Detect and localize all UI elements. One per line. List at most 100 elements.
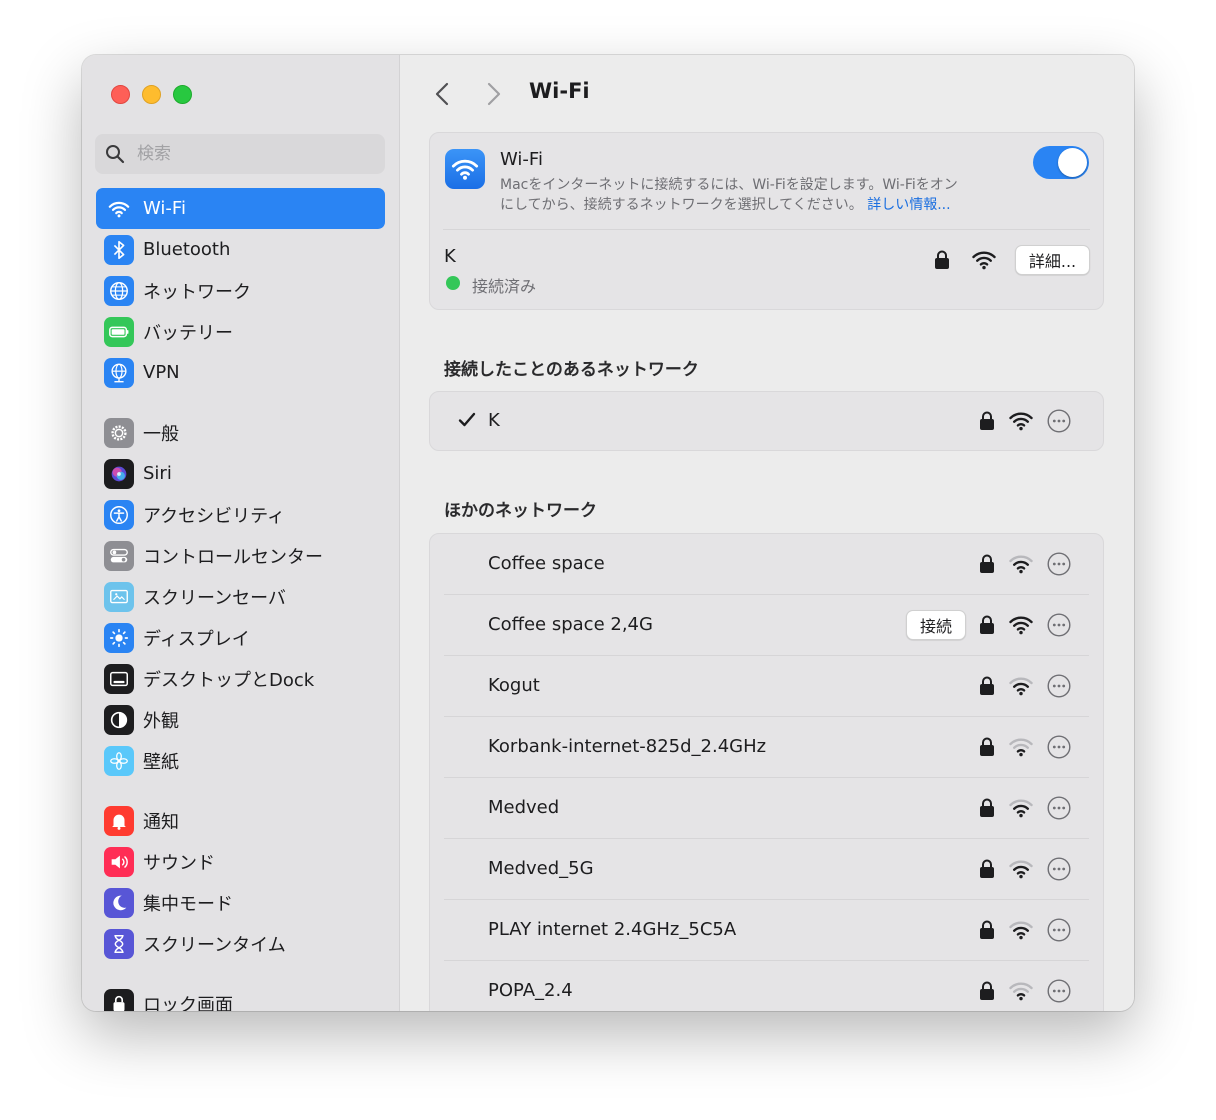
sidebar-item-label: ネットワーク bbox=[143, 281, 251, 303]
close-window-button[interactable] bbox=[111, 85, 130, 104]
zoom-window-button[interactable] bbox=[173, 85, 192, 104]
network-row[interactable]: Coffee space bbox=[430, 534, 1103, 595]
lock-icon bbox=[935, 250, 949, 269]
wifi-toggle[interactable] bbox=[1033, 146, 1089, 179]
more-options-icon[interactable] bbox=[1047, 409, 1071, 433]
sidebar-item-siri[interactable]: Siri bbox=[96, 453, 385, 494]
lock-icon bbox=[980, 615, 994, 634]
sidebar-item-label: デスクトップとDock bbox=[143, 669, 315, 691]
network-row[interactable]: Korbank-internet-825d_2.4GHz bbox=[430, 717, 1103, 778]
more-options-icon[interactable] bbox=[1047, 613, 1071, 637]
connect-button[interactable]: 接続 bbox=[906, 610, 966, 640]
sidebar-item-general[interactable]: 一般 bbox=[96, 412, 385, 453]
sidebar-item-vpn[interactable]: VPN bbox=[96, 352, 385, 393]
sun-icon bbox=[104, 622, 134, 653]
network-name: Kogut bbox=[488, 675, 540, 696]
minimize-window-button[interactable] bbox=[142, 85, 161, 104]
lock-screen-icon bbox=[104, 988, 134, 1011]
sidebar-item-bluetooth[interactable]: Bluetooth bbox=[96, 229, 385, 270]
bell-icon bbox=[104, 805, 134, 836]
more-options-icon[interactable] bbox=[1047, 979, 1071, 1003]
wifi-signal-icon bbox=[1009, 860, 1033, 879]
more-options-icon[interactable] bbox=[1047, 857, 1071, 881]
sidebar-item-notifications[interactable]: 通知 bbox=[96, 800, 385, 841]
page-title: Wi-Fi bbox=[529, 79, 590, 103]
more-options-icon[interactable] bbox=[1047, 735, 1071, 759]
network-name: K bbox=[488, 410, 500, 431]
sidebar-item-screensaver[interactable]: スクリーンセーバ bbox=[96, 576, 385, 617]
wifi-signal-icon bbox=[1009, 616, 1033, 635]
details-button[interactable]: 詳細... bbox=[1015, 245, 1090, 275]
lock-icon bbox=[980, 737, 994, 756]
network-row[interactable]: Kogut bbox=[430, 656, 1103, 717]
more-options-icon[interactable] bbox=[1047, 918, 1071, 942]
network-row[interactable]: PLAY internet 2.4GHz_5C5A bbox=[430, 900, 1103, 961]
moon-icon bbox=[104, 887, 134, 918]
wifi-signal-icon bbox=[972, 251, 996, 270]
sidebar-item-label: ディスプレイ bbox=[143, 628, 250, 650]
wifi-signal-icon bbox=[1009, 982, 1033, 1001]
wallpaper-icon bbox=[104, 745, 134, 776]
network-name: Coffee space 2,4G bbox=[488, 614, 653, 635]
more-options-icon[interactable] bbox=[1047, 552, 1071, 576]
wifi-icon bbox=[104, 194, 134, 224]
sidebar-item-sound[interactable]: サウンド bbox=[96, 841, 385, 882]
sidebar-item-display[interactable]: ディスプレイ bbox=[96, 617, 385, 658]
speaker-icon bbox=[104, 846, 134, 877]
network-name: POPA_2.4 bbox=[488, 980, 573, 1001]
wifi-signal-icon bbox=[1009, 921, 1033, 940]
sidebar-item-focus[interactable]: 集中モード bbox=[96, 882, 385, 923]
wifi-signal-icon bbox=[1009, 555, 1033, 574]
sidebar-item-label: バッテリー bbox=[143, 322, 233, 344]
connected-status-dot bbox=[446, 276, 460, 290]
sidebar-item-label: VPN bbox=[143, 362, 180, 383]
control-center-icon bbox=[104, 540, 134, 571]
search-input[interactable] bbox=[135, 143, 369, 165]
sidebar-item-network[interactable]: ネットワーク bbox=[96, 270, 385, 311]
network-row[interactable]: Medved bbox=[430, 778, 1103, 839]
network-row[interactable]: POPA_2.4 bbox=[430, 961, 1103, 1011]
network-row[interactable]: Coffee space 2,4G 接続 bbox=[430, 595, 1103, 656]
more-options-icon[interactable] bbox=[1047, 796, 1071, 820]
sidebar-item-label: Wi-Fi bbox=[143, 198, 186, 219]
forward-chevron-icon[interactable] bbox=[482, 81, 504, 107]
lock-icon bbox=[980, 676, 994, 695]
more-options-icon[interactable] bbox=[1047, 674, 1071, 698]
sidebar-item-label: アクセシビリティ bbox=[143, 505, 286, 527]
divider bbox=[443, 229, 1090, 230]
sidebar-item-battery[interactable]: バッテリー bbox=[96, 311, 385, 352]
wifi-app-icon bbox=[445, 149, 485, 189]
known-network-row[interactable]: K bbox=[430, 392, 1103, 450]
search-field[interactable] bbox=[95, 134, 385, 174]
network-name: PLAY internet 2.4GHz_5C5A bbox=[488, 919, 737, 940]
sidebar-item-control-center[interactable]: コントロールセンター bbox=[96, 535, 385, 576]
wifi-description-text: にしてから、接続するネットワークを選択してください。 bbox=[500, 197, 863, 213]
toggle-knob bbox=[1058, 148, 1087, 177]
sidebar-item-screen-time[interactable]: スクリーンタイム bbox=[96, 923, 385, 964]
sidebar-item-wifi[interactable]: Wi-Fi bbox=[96, 188, 385, 229]
sidebar-item-wallpaper[interactable]: 壁紙 bbox=[96, 740, 385, 781]
lock-icon bbox=[980, 920, 994, 939]
accessibility-icon bbox=[104, 499, 134, 530]
network-row[interactable]: Medved_5G bbox=[430, 839, 1103, 900]
known-networks-card: K bbox=[429, 391, 1104, 451]
lock-icon bbox=[980, 798, 994, 817]
back-chevron-icon[interactable] bbox=[432, 81, 454, 107]
dock-icon bbox=[104, 663, 134, 694]
learn-more-link[interactable]: 詳しい情報... bbox=[867, 197, 950, 213]
sidebar-item-desktop-dock[interactable]: デスクトップとDock bbox=[96, 658, 385, 699]
other-networks-title: ほかのネットワーク bbox=[444, 501, 597, 521]
sidebar-item-label: サウンド bbox=[143, 852, 215, 874]
battery-icon bbox=[104, 316, 134, 347]
sidebar-nav: Wi-Fi Bluetooth ネットワーク バッテリー VPN 一般 Siri… bbox=[96, 188, 385, 1011]
wifi-signal-icon bbox=[1009, 738, 1033, 757]
sidebar-item-accessibility[interactable]: アクセシビリティ bbox=[96, 494, 385, 535]
gear-icon bbox=[104, 417, 134, 448]
sidebar-item-label: Bluetooth bbox=[143, 239, 231, 260]
settings-window: Wi-Fi Bluetooth ネットワーク バッテ bbox=[82, 55, 1134, 1011]
sidebar-item-appearance[interactable]: 外観 bbox=[96, 699, 385, 740]
sidebar-item-lock-screen[interactable]: ロック画面 bbox=[96, 983, 385, 1011]
vpn-globe-icon bbox=[104, 357, 134, 388]
other-networks-card: Coffee space Coffee space 2,4G 接続 Kogut Korb… bbox=[429, 533, 1104, 1011]
checkmark-icon bbox=[458, 412, 476, 427]
